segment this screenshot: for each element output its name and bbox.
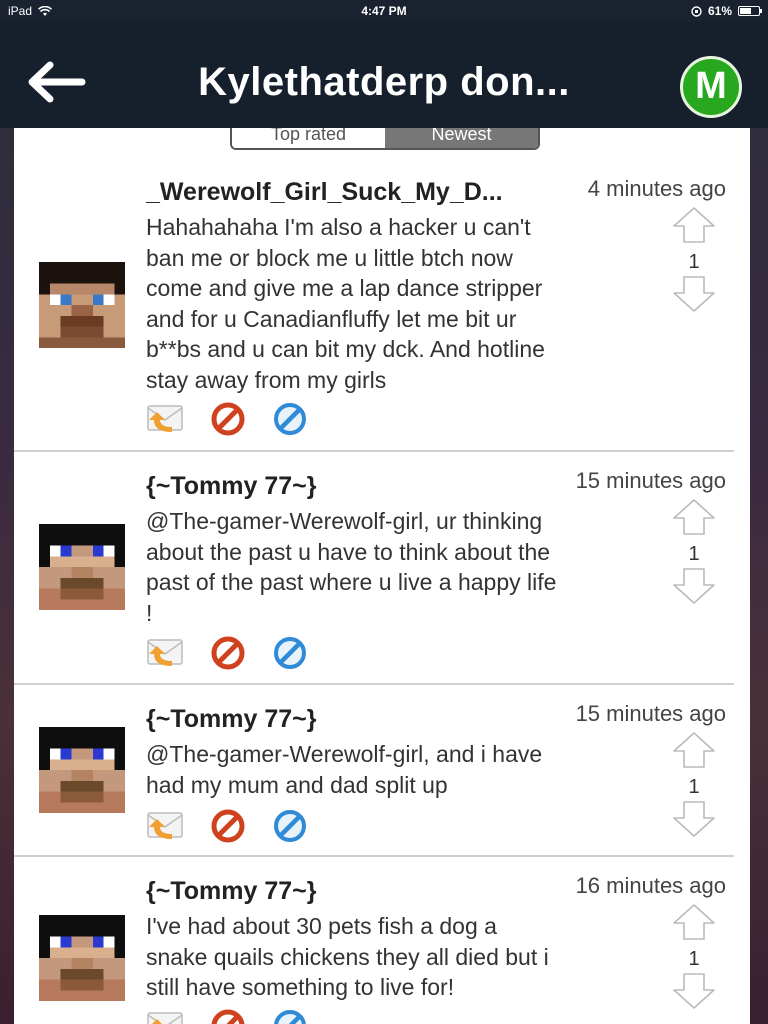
block-icon[interactable] [208,809,248,843]
upvote-arrow-icon[interactable] [670,731,718,769]
battery-percent: 61% [707,4,732,18]
comment-body: @The-gamer-Werewolf-girl, and i have had… [146,741,543,798]
comment-item: {~Tommy 77~} 16 minutes ago I've had abo… [14,857,734,1024]
status-bar: iPad 4:47 PM 61% [0,0,768,22]
report-icon[interactable] [270,809,310,843]
page-title: Kylethatderp don... [198,60,570,104]
app-logo[interactable]: M [680,56,742,118]
comment-item: {~Tommy 77~} 15 minutes ago @The-gamer-W… [14,452,734,685]
comment-item: {~Tommy 77~} 15 minutes ago @The-gamer-W… [14,685,734,857]
avatar [39,727,125,813]
avatar [39,915,125,1001]
downvote-arrow-icon[interactable] [670,275,718,313]
comment-actions [146,809,310,843]
block-icon[interactable] [208,636,248,670]
vote-control: 1 [670,206,718,318]
comment-actions [146,1009,310,1024]
status-time: 4:47 PM [361,4,407,18]
downvote-arrow-icon[interactable] [670,972,718,1010]
avatar [39,524,125,610]
comment-username[interactable]: {~Tommy 77~} [146,705,316,734]
report-icon[interactable] [270,636,310,670]
avatar [39,262,125,348]
comment-timestamp: 16 minutes ago [575,873,726,898]
block-icon[interactable] [208,1009,248,1024]
comments-panel: Top rated Newest _Werewolf_Girl_Suck_My_… [14,128,750,1024]
report-icon[interactable] [270,1009,310,1024]
comment-body: I've had about 30 pets fish a dog a snak… [146,913,549,1000]
vote-control: 1 [670,903,718,1015]
reply-envelope-icon[interactable] [146,1009,186,1024]
comment-username[interactable]: _Werewolf_Girl_Suck_My_D... [146,178,503,207]
vote-control: 1 [670,498,718,610]
vote-count: 1 [688,251,700,273]
orientation-lock-icon [691,5,702,17]
reply-envelope-icon[interactable] [146,636,186,670]
status-right: 61% [691,4,762,18]
downvote-arrow-icon[interactable] [670,800,718,838]
upvote-arrow-icon[interactable] [670,206,718,244]
battery-icon [738,6,762,16]
comment-username[interactable]: {~Tommy 77~} [146,472,316,501]
comment-body: Hahahahaha I'm also a hacker u can't ban… [146,214,545,393]
comment-item: _Werewolf_Girl_Suck_My_D... 4 minutes ag… [14,128,734,452]
comment-username[interactable]: {~Tommy 77~} [146,877,316,906]
vote-count: 1 [688,543,700,565]
upvote-arrow-icon[interactable] [670,498,718,536]
comment-timestamp: 15 minutes ago [575,468,726,493]
comment-timestamp: 4 minutes ago [587,176,726,201]
comment-actions [146,402,310,436]
comment-actions [146,636,310,670]
downvote-arrow-icon[interactable] [670,567,718,605]
navigation-bar: Kylethatderp don... M [0,22,768,128]
vote-count: 1 [688,776,700,798]
reply-envelope-icon[interactable] [146,402,186,436]
comment-timestamp: 15 minutes ago [575,701,726,726]
comment-body: @The-gamer-Werewolf-girl, ur thinking ab… [146,508,557,626]
upvote-arrow-icon[interactable] [670,903,718,941]
vote-count: 1 [688,948,700,970]
reply-envelope-icon[interactable] [146,809,186,843]
vote-control: 1 [670,731,718,843]
block-icon[interactable] [208,402,248,436]
report-icon[interactable] [270,402,310,436]
